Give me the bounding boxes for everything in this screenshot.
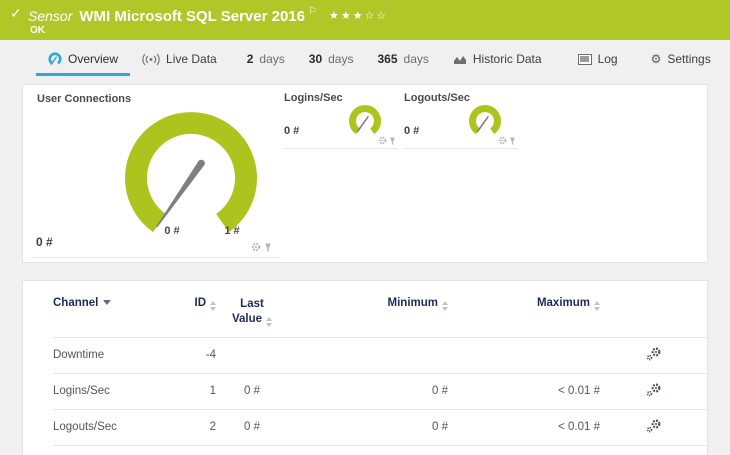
channel-maximum xyxy=(448,336,600,374)
tab-overview[interactable]: Overview xyxy=(36,44,130,73)
edit-channel-gears-icon[interactable] xyxy=(646,383,662,400)
gauge-settings-gear-icon[interactable] xyxy=(251,242,261,252)
logouts-gauge xyxy=(469,105,501,135)
gauge-icon xyxy=(48,52,62,65)
tab-historic-data-label: Historic Data xyxy=(472,52,542,66)
column-header-channel-label: Channel xyxy=(53,297,99,309)
user-connections-value: 0 # xyxy=(36,235,53,249)
sort-icon xyxy=(266,316,273,327)
channel-maximum: < 0.01 # xyxy=(448,408,600,446)
gauge-settings-gear-icon[interactable] xyxy=(498,136,507,145)
status-ok-check-icon: ✓ xyxy=(10,6,22,22)
channel-name: Logouts/Sec xyxy=(53,408,188,446)
sensor-tab-bar: Overview Live Data 2 days 30 days 365 da… xyxy=(0,44,730,80)
column-header-maximum-label: Maximum xyxy=(536,297,590,309)
tab-30-days-number: 30 xyxy=(308,52,323,66)
channel-name: User Connections xyxy=(53,444,188,455)
log-window-icon xyxy=(577,53,592,65)
tab-365-days[interactable]: 365 days xyxy=(365,44,440,73)
tab-365-days-unit: days xyxy=(403,52,429,66)
channels-panel: Channel ID Last Value Minimum Maximum Do… xyxy=(22,280,708,455)
sort-icon xyxy=(442,301,448,311)
table-row-downtime: Downtime -4 xyxy=(53,336,707,374)
logins-gauge xyxy=(349,105,381,135)
tab-log-label: Log xyxy=(597,52,618,66)
gear-icon: ⚙ xyxy=(650,52,662,66)
table-row-logouts: Logouts/Sec 2 0 # 0 # < 0.01 # xyxy=(53,408,707,446)
gauge-title-user-connections: User Connections xyxy=(37,93,132,105)
channel-minimum: 0 # xyxy=(288,408,448,446)
sensor-status-bar: ✓ Sensor WMI Microsoft SQL Server 2016 ⚐ ★★… xyxy=(0,0,730,40)
tab-log[interactable]: Log xyxy=(566,44,630,73)
channel-name: Logins/Sec xyxy=(53,372,188,410)
gauge-pin-icon[interactable] xyxy=(264,243,272,252)
tab-30-days-unit: days xyxy=(328,52,354,66)
broadcast-icon xyxy=(142,53,160,65)
gauge-pin-icon[interactable] xyxy=(509,137,516,145)
column-header-last-value[interactable]: Last Value xyxy=(216,281,288,337)
gauge-scale-min: 0 # xyxy=(164,225,180,237)
gauge-title-logouts: Logouts/Sec xyxy=(404,92,471,104)
tab-settings-label: Settings xyxy=(667,52,711,66)
gauge-cell-logins: Logins/Sec 0 # xyxy=(284,92,398,149)
priority-flag-icon[interactable]: ⚐ xyxy=(308,6,317,17)
tab-2-days-number: 2 xyxy=(246,52,254,66)
channels-table: Channel ID Last Value Minimum Maximum Do… xyxy=(53,281,707,455)
channel-last-value: 0 # xyxy=(216,372,288,410)
channel-id: 1 xyxy=(188,372,216,410)
tab-30-days[interactable]: 30 days xyxy=(297,44,366,73)
channel-last-value: 0 # xyxy=(216,408,288,446)
channel-id: 2 xyxy=(188,408,216,446)
channel-last-value: 0 # xyxy=(216,444,288,455)
gauge-settings-gear-icon[interactable] xyxy=(378,136,387,145)
sort-icon xyxy=(594,301,600,311)
sort-icon xyxy=(210,301,216,311)
tab-live-data[interactable]: Live Data xyxy=(130,44,229,73)
sensor-status-text: OK xyxy=(30,25,45,36)
table-row-user-connections: User Connections 0 0 # 0 # 0 # xyxy=(53,444,707,455)
channel-name: Downtime xyxy=(53,336,188,374)
column-header-edit xyxy=(600,281,707,337)
tab-overview-label: Overview xyxy=(68,52,119,66)
sort-descending-icon xyxy=(103,300,112,305)
tab-settings[interactable]: ⚙ Settings xyxy=(639,44,723,73)
sensor-title: WMI Microsoft SQL Server 2016 xyxy=(79,8,305,25)
chart-icon xyxy=(453,56,466,64)
channel-id: 0 xyxy=(188,444,216,455)
channel-minimum: 0 # xyxy=(288,372,448,410)
column-header-minimum-label: Minimum xyxy=(387,297,438,309)
object-kind-label: Sensor xyxy=(28,8,73,24)
column-header-maximum[interactable]: Maximum xyxy=(448,281,600,337)
tab-historic-data[interactable]: Historic Data xyxy=(441,44,554,73)
logins-value: 0 # xyxy=(284,125,300,137)
channel-minimum: 0 # xyxy=(288,444,448,455)
column-header-last-value-label: Last Value xyxy=(231,298,264,325)
gauge-scale-max: 1 # xyxy=(224,225,240,237)
edit-channel-gears-icon[interactable] xyxy=(646,419,662,436)
channel-id: -4 xyxy=(188,336,216,374)
priority-stars[interactable]: ★★★☆☆ xyxy=(329,9,388,22)
gauge-cell-logouts: Logouts/Sec 0 # xyxy=(404,92,518,149)
gauge-cell-divider xyxy=(31,257,279,258)
column-header-id-label: ID xyxy=(194,297,207,309)
gauges-panel: User Connections 0 # 1 # 0 # Logins/Sec … xyxy=(22,84,708,263)
column-header-channel[interactable]: Channel xyxy=(53,281,188,337)
logouts-value: 0 # xyxy=(404,125,420,137)
edit-channel-gears-icon[interactable] xyxy=(646,347,662,364)
tab-live-data-label: Live Data xyxy=(166,52,217,66)
channel-minimum xyxy=(288,336,448,374)
gauge-title-logins: Logins/Sec xyxy=(284,92,343,104)
gauge-pin-icon[interactable] xyxy=(389,137,396,145)
tab-365-days-number: 365 xyxy=(377,52,398,66)
channel-maximum: < 0.01 # xyxy=(448,372,600,410)
channel-last-value xyxy=(216,336,288,374)
channel-maximum: 0 # xyxy=(448,444,600,455)
tab-2-days[interactable]: 2 days xyxy=(235,44,297,73)
column-header-minimum[interactable]: Minimum xyxy=(288,281,448,337)
tab-2-days-unit: days xyxy=(259,52,285,66)
table-row-logins: Logins/Sec 1 0 # 0 # < 0.01 # xyxy=(53,372,707,410)
column-header-id[interactable]: ID xyxy=(188,281,216,337)
